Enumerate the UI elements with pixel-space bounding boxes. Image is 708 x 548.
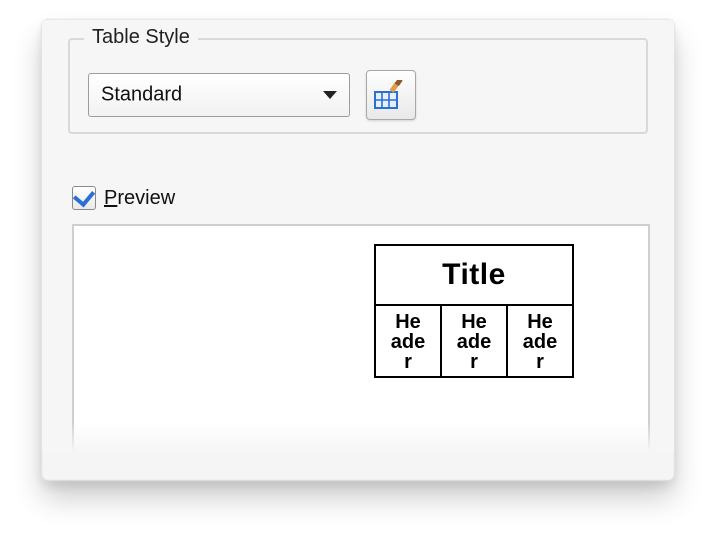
- table-style-group: Table Style Standard: [68, 38, 648, 134]
- sample-header-cell: Header: [507, 305, 573, 377]
- group-label: Table Style: [84, 26, 198, 49]
- autoformat-table-icon: [374, 80, 408, 110]
- dropdown-value: Standard: [101, 84, 182, 107]
- preview-label[interactable]: Preview: [104, 187, 175, 210]
- sample-table-wrap: Title Header Header Header: [374, 244, 574, 378]
- style-row: Standard: [88, 70, 628, 120]
- preview-checkbox[interactable]: [72, 186, 96, 210]
- sample-table: Title Header Header Header: [374, 244, 574, 378]
- dialog-root: Table Style Standard: [0, 0, 708, 548]
- sample-header-cell: Header: [441, 305, 507, 377]
- preview-mnemonic: P: [104, 187, 117, 209]
- preview-label-rest: review: [117, 187, 175, 209]
- table-style-dropdown[interactable]: Standard: [88, 73, 350, 117]
- panel-fade: [42, 422, 674, 452]
- chevron-down-icon: [323, 91, 337, 99]
- sample-header-cell: Header: [375, 305, 441, 377]
- table-style-panel: Table Style Standard: [42, 20, 674, 452]
- autoformat-button[interactable]: [366, 70, 416, 120]
- preview-row: Preview: [72, 186, 175, 210]
- sample-title-cell: Title: [375, 245, 573, 305]
- preview-area: Title Header Header Header: [72, 224, 650, 450]
